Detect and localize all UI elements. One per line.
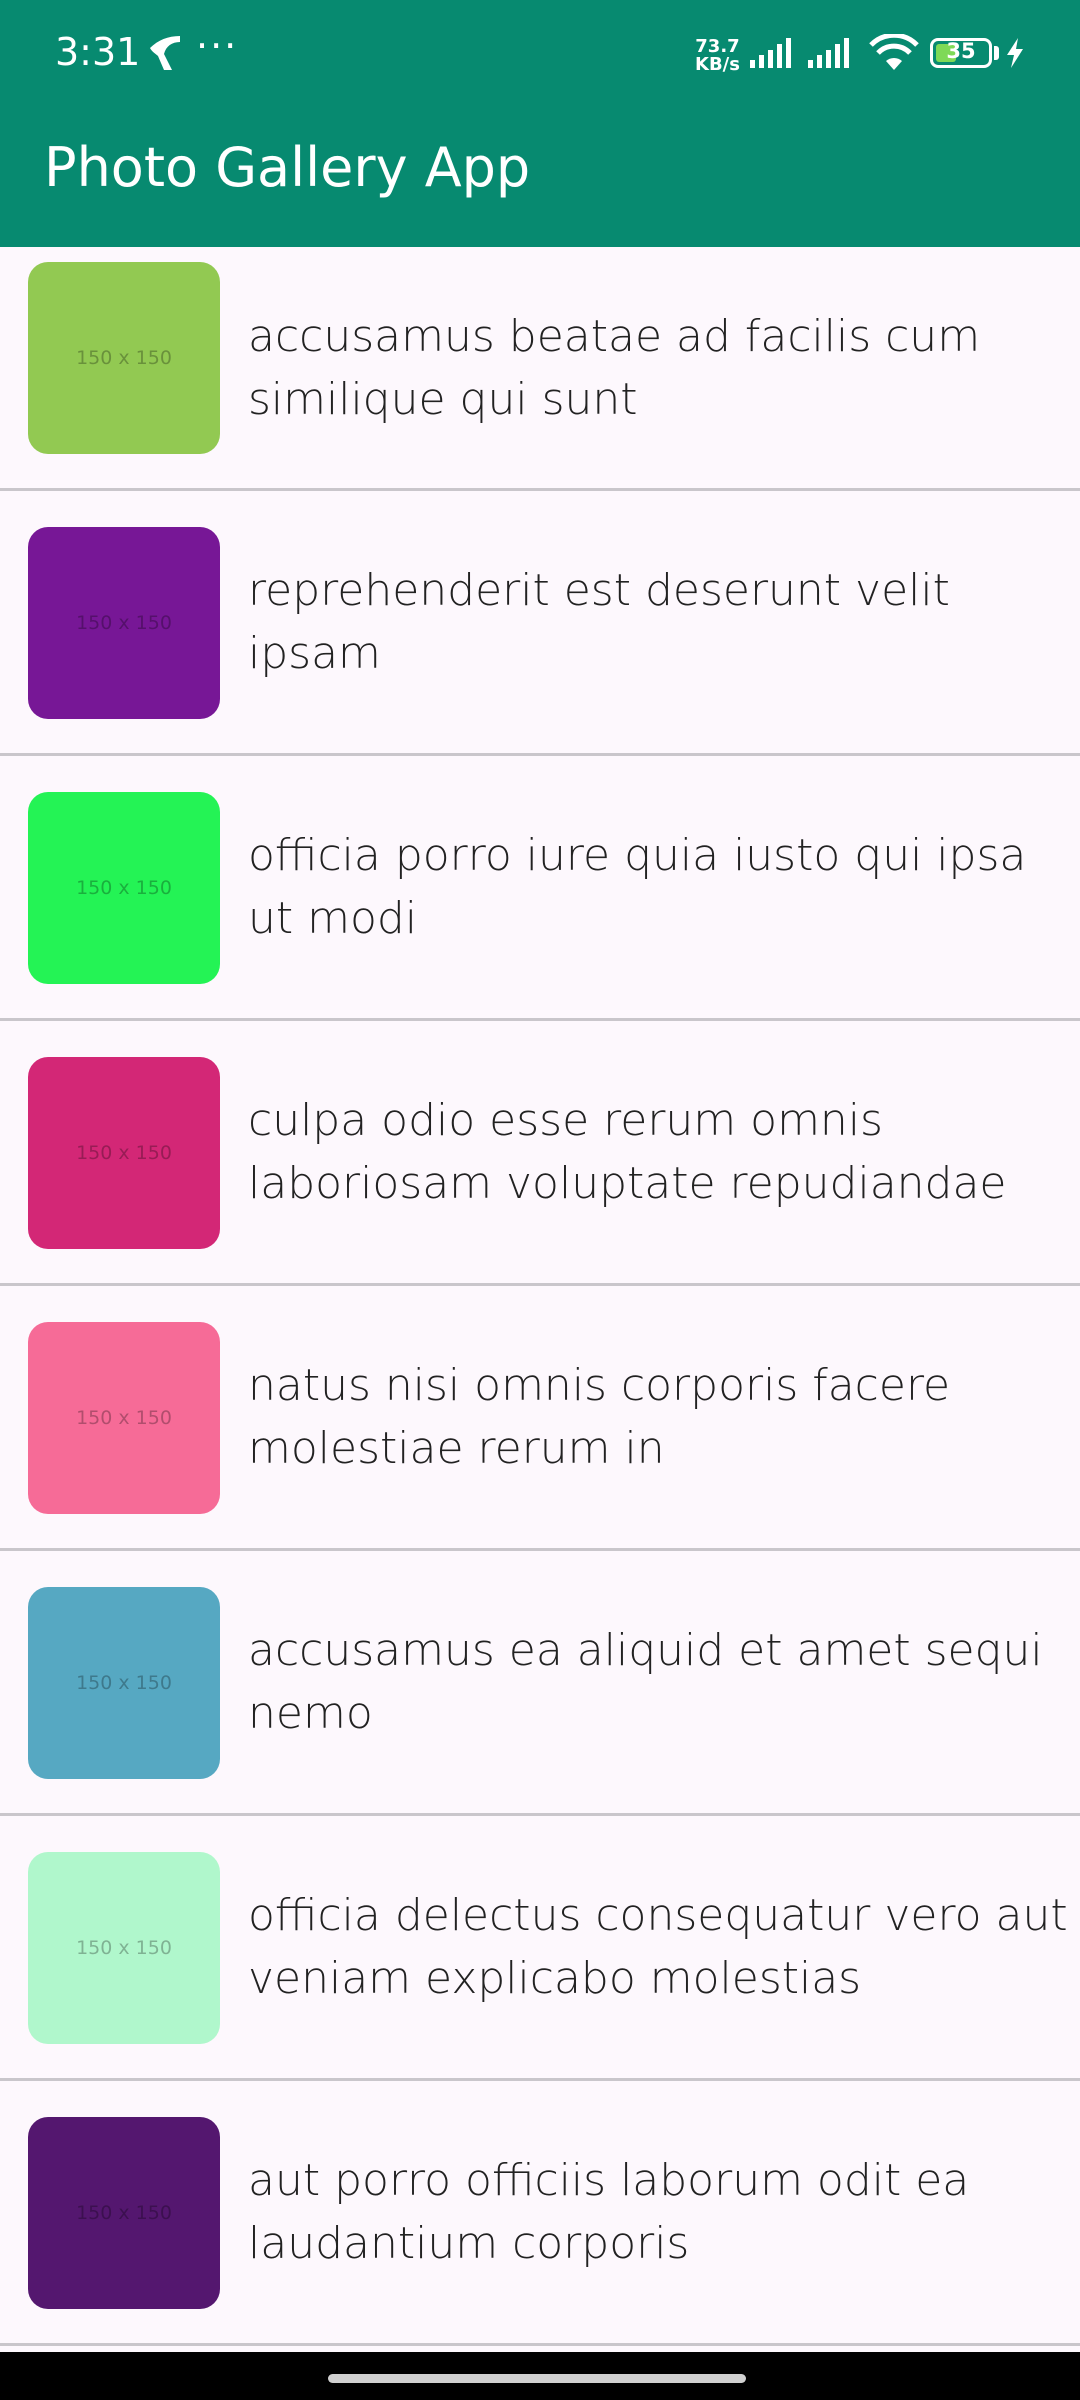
battery-percentage: 35 [946, 39, 976, 63]
network-speed: 73.7 KB/s [695, 38, 740, 74]
gesture-handle[interactable] [328, 2374, 746, 2383]
status-time: 3:31 [55, 30, 141, 74]
photo-thumbnail[interactable]: 150 x 150 [28, 1852, 220, 2044]
photo-title: accusamus ea aliquid et amet sequi nemo [248, 1625, 1043, 1739]
signal-icon-2 [808, 38, 849, 68]
app-bar: 3:31 ··· 73.7 KB/s 35 Photo Gallery App [0, 0, 1080, 247]
list-item[interactable]: 150 x 150 officia delectus consequatur ve… [0, 1816, 1080, 2081]
photo-thumbnail[interactable]: 150 x 150 [28, 1587, 220, 1779]
thumbnail-size-label: 150 x 150 [76, 1407, 172, 1429]
charging-bolt-icon [1007, 38, 1023, 68]
photo-title: aut porro officiis laborum odit ea lauda… [248, 2155, 970, 2269]
thumbnail-size-label: 150 x 150 [76, 1937, 172, 1959]
list-item[interactable]: 150 x 150 culpa odio esse rerum omnis lab… [0, 1021, 1080, 1286]
photo-thumbnail[interactable]: 150 x 150 [28, 1322, 220, 1514]
battery-nub [994, 46, 999, 60]
thumbnail-size-label: 150 x 150 [76, 612, 172, 634]
signal-icon [750, 38, 791, 68]
wifi-icon [869, 34, 919, 70]
photo-title: accusamus beatae ad facilis cum similiqu… [248, 310, 981, 425]
list-item[interactable]: 150 x 150 reprehenderit est deserunt veli… [0, 491, 1080, 756]
network-speed-unit: KB/s [695, 54, 740, 75]
photo-title: officia porro iure quia iusto qui ipsa u… [248, 830, 1027, 944]
carrier-icon [150, 36, 180, 70]
photo-thumbnail[interactable]: 150 x 150 [28, 262, 220, 454]
page-title: Photo Gallery App [44, 136, 531, 199]
photo-thumbnail[interactable]: 150 x 150 [28, 527, 220, 719]
battery-icon: 35 [930, 38, 992, 68]
photo-title: culpa odio esse rerum omnis laboriosam v… [248, 1095, 1007, 1209]
status-bar: 3:31 ··· 73.7 KB/s 35 [0, 0, 1080, 108]
list-item[interactable]: 150 x 150 officia porro iure quia iusto q… [0, 756, 1080, 1021]
more-notifications-icon: ··· [196, 24, 239, 68]
thumbnail-size-label: 150 x 150 [76, 877, 172, 899]
thumbnail-size-label: 150 x 150 [76, 347, 172, 369]
photo-title: reprehenderit est deserunt velit ipsam [248, 565, 950, 679]
photo-thumbnail[interactable]: 150 x 150 [28, 2117, 220, 2309]
thumbnail-size-label: 150 x 150 [76, 2202, 172, 2224]
thumbnail-size-label: 150 x 150 [76, 1672, 172, 1694]
list-item[interactable]: 150 x 150 natus nisi omnis corporis facer… [0, 1286, 1080, 1551]
list-item[interactable]: 150 x 150 aut porro officiis laborum odit… [0, 2081, 1080, 2346]
photo-thumbnail[interactable]: 150 x 150 [28, 1057, 220, 1249]
photo-title: natus nisi omnis corporis facere molesti… [248, 1360, 951, 1474]
list-item[interactable]: 150 x 150 accusamus beatae ad facilis cum… [0, 247, 1080, 491]
thumbnail-size-label: 150 x 150 [76, 1142, 172, 1164]
photo-title: officia delectus consequatur vero aut ve… [248, 1890, 1068, 2004]
navigation-bar [0, 2352, 1080, 2400]
photo-list[interactable]: 150 x 150 accusamus beatae ad facilis cum… [0, 247, 1080, 2346]
photo-thumbnail[interactable]: 150 x 150 [28, 792, 220, 984]
list-item[interactable]: 150 x 150 accusamus ea aliquid et amet se… [0, 1551, 1080, 1816]
